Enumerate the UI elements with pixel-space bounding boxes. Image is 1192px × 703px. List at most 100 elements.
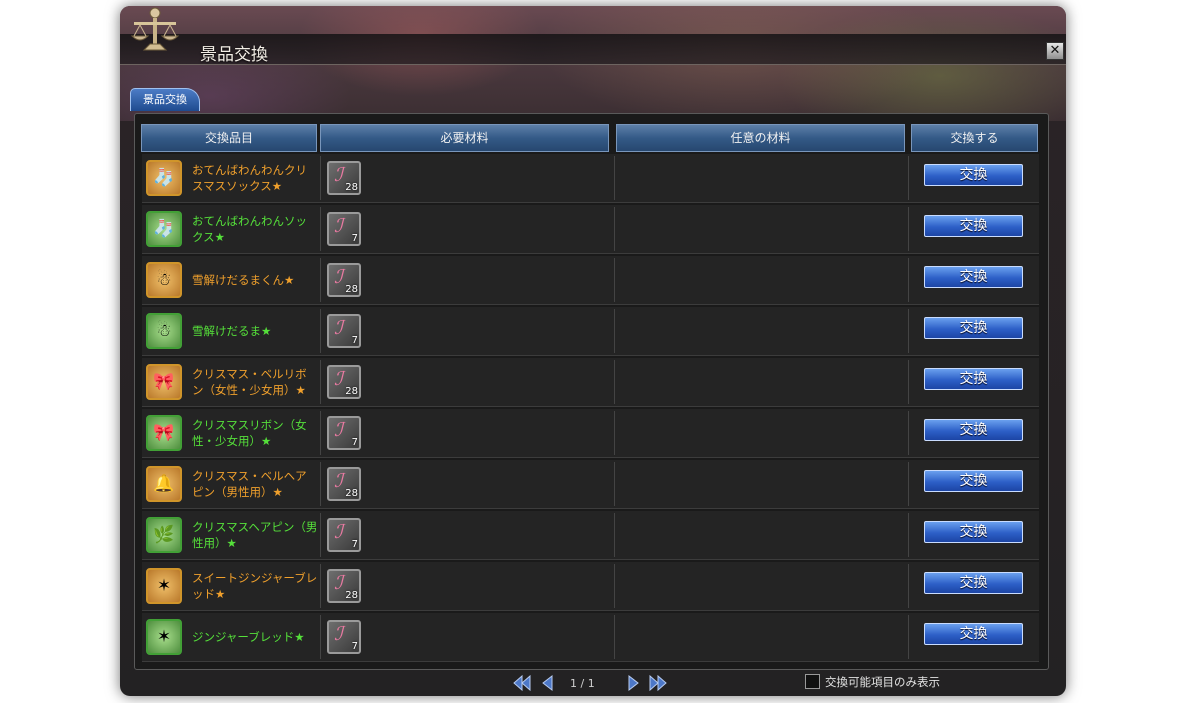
table-row: 🎀 クリスマス・ベルリボン（女性・少女用）★ ℐ 28 交換 [142, 358, 1039, 407]
item-name-text: クリスマス・ベルヘアピン（男性用）★ [192, 469, 307, 499]
column-header-required-materials: 必要材料 [320, 124, 609, 152]
column-divider [320, 411, 321, 455]
required-material-slot[interactable]: ℐ7 [327, 518, 361, 552]
material-token-icon: ℐ [334, 368, 343, 390]
column-divider [320, 309, 321, 353]
column-divider [614, 156, 615, 200]
exchange-button[interactable]: 交換 [924, 266, 1023, 288]
material-count: 28 [345, 284, 358, 295]
column-divider [908, 513, 909, 557]
required-material-slot[interactable]: ℐ7 [327, 416, 361, 450]
column-divider [614, 564, 615, 608]
table-row: 🧦 おてんばわんわんクリスマスソックス★ ℐ 28 交換 [142, 154, 1039, 203]
column-divider [908, 411, 909, 455]
material-token-icon: ℐ [334, 623, 343, 645]
table-row: ☃ 雪解けだるま★ ℐ 7 交換 [142, 307, 1039, 356]
ribbon-icon: 🎀 [146, 415, 182, 451]
required-material-slot[interactable]: ℐ7 [327, 212, 361, 246]
table-row: 🌿 クリスマスヘアピン（男性用）★ ℐ 7 交換 [142, 511, 1039, 560]
column-divider [320, 258, 321, 302]
exchangeable-only-checkbox[interactable] [805, 674, 820, 689]
exchange-table-panel: 交換品目 必要材料 任意の材料 交換する 🧦 おてんばわんわんクリスマスソックス★… [134, 113, 1049, 670]
exchange-button[interactable]: 交換 [924, 470, 1023, 492]
exchange-button[interactable]: 交換 [924, 368, 1023, 390]
exchange-button[interactable]: 交換 [924, 419, 1023, 441]
column-divider [320, 156, 321, 200]
item-name-text: ジンジャーブレッド★ [192, 630, 305, 644]
item-name-text: おてんばわんわんクリスマスソックス★ [192, 163, 307, 193]
table-row: ☃ 雪解けだるまくん★ ℐ 28 交換 [142, 256, 1039, 305]
required-material-slot[interactable]: ℐ 28 [327, 161, 361, 195]
column-divider [614, 360, 615, 404]
material-count: 7 [351, 233, 358, 244]
snowman-icon: ☃ [146, 313, 182, 349]
required-material-slot[interactable]: ℐ7 [327, 314, 361, 348]
table-row: 🎀 クリスマスリボン（女性・少女用）★ ℐ 7 交換 [142, 409, 1039, 458]
table-row: 🧦 おてんばわんわんソックス★ ℐ 7 交換 [142, 205, 1039, 254]
first-page-icon[interactable] [512, 674, 532, 692]
exchange-button[interactable]: 交換 [924, 572, 1023, 594]
exchange-button[interactable]: 交換 [924, 215, 1023, 237]
column-divider [614, 309, 615, 353]
item-name: クリスマス・ベルヘアピン（男性用）★ [192, 466, 318, 502]
last-page-icon[interactable] [648, 674, 668, 692]
close-button[interactable]: ✕ [1046, 42, 1064, 60]
exchange-button[interactable]: 交換 [924, 164, 1023, 186]
item-name-text: おてんばわんわんソックス★ [192, 214, 307, 244]
next-page-icon[interactable] [623, 674, 643, 692]
scales-logo-icon [130, 7, 180, 51]
material-count: 7 [351, 539, 358, 550]
item-name: クリスマスリボン（女性・少女用）★ [192, 415, 318, 451]
exchange-button[interactable]: 交換 [924, 623, 1023, 645]
material-token-icon: ℐ [334, 317, 343, 339]
column-divider [908, 207, 909, 251]
hairpin-icon: 🌿 [146, 517, 182, 553]
required-material-slot[interactable]: ℐ 28 [327, 467, 361, 501]
required-material-slot[interactable]: ℐ 28 [327, 263, 361, 297]
required-material-slot[interactable]: ℐ7 [327, 620, 361, 654]
gingerbread-icon: ✶ [146, 619, 182, 655]
window-title: 景品交換 [200, 45, 268, 65]
sock-icon: 🧦 [146, 211, 182, 247]
item-name-text: スイートジンジャーブレッド★ [192, 571, 318, 601]
material-count: 28 [345, 590, 358, 601]
required-material-slot[interactable]: ℐ 28 [327, 365, 361, 399]
column-divider [614, 207, 615, 251]
material-count: 7 [351, 335, 358, 346]
material-count: 7 [351, 437, 358, 448]
required-material-slot[interactable]: ℐ 28 [327, 569, 361, 603]
column-divider [320, 360, 321, 404]
table-row: 🔔 クリスマス・ベルヘアピン（男性用）★ ℐ 28 交換 [142, 460, 1039, 509]
exchange-button[interactable]: 交換 [924, 521, 1023, 543]
column-divider [908, 462, 909, 506]
item-name: おてんばわんわんソックス★ [192, 211, 318, 247]
tab-prize-exchange[interactable]: 景品交換 [130, 88, 200, 111]
prev-page-icon[interactable] [538, 674, 558, 692]
item-name: クリスマス・ベルリボン（女性・少女用）★ [192, 364, 318, 400]
item-name: クリスマスヘアピン（男性用）★ [192, 517, 318, 553]
material-token-icon: ℐ [334, 419, 343, 441]
column-divider [320, 207, 321, 251]
item-name: 雪解けだるまくん★ [192, 262, 318, 298]
exchange-button[interactable]: 交換 [924, 317, 1023, 339]
item-name-text: クリスマスリボン（女性・少女用）★ [192, 418, 307, 448]
bell-ribbon-icon: 🎀 [146, 364, 182, 400]
column-divider [908, 360, 909, 404]
material-token-icon: ℐ [334, 164, 343, 186]
item-name: 雪解けだるま★ [192, 313, 318, 349]
column-divider [908, 156, 909, 200]
column-divider [614, 462, 615, 506]
item-name: ジンジャーブレッド★ [192, 619, 318, 655]
material-token-icon: ℐ [334, 215, 343, 237]
page-indicator: 1 / 1 [570, 677, 595, 690]
material-token-icon: ℐ [334, 470, 343, 492]
item-name-text: 雪解けだるま★ [192, 324, 272, 338]
item-name-text: クリスマス・ベルリボン（女性・少女用）★ [192, 367, 307, 397]
material-count: 28 [345, 488, 358, 499]
material-token-icon: ℐ [334, 266, 343, 288]
column-header-item: 交換品目 [141, 124, 317, 152]
material-count: 7 [351, 641, 358, 652]
column-divider [614, 513, 615, 557]
material-count: 28 [345, 386, 358, 397]
item-name-text: クリスマスヘアピン（男性用）★ [192, 520, 318, 550]
